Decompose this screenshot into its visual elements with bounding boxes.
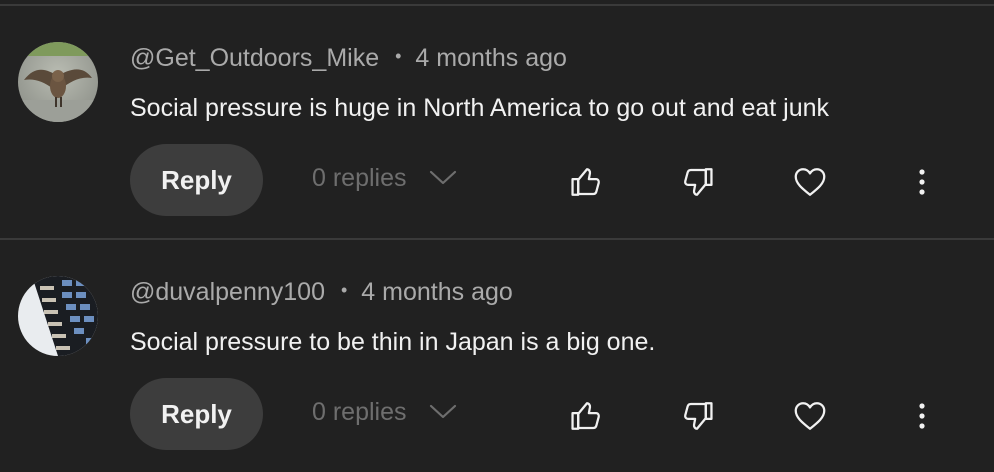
comment-meta: @duvalpenny100 • 4 months ago [130,278,513,307]
replies-toggle[interactable]: 0 replies [312,398,457,427]
thumbs-up-icon[interactable] [566,162,606,202]
comment-author[interactable]: @duvalpenny100 [130,278,325,307]
comment-item: @duvalpenny100 • 4 months ago Social pre… [0,240,994,472]
reply-button[interactable]: Reply [130,144,263,216]
more-vertical-icon[interactable] [902,162,942,202]
avatar[interactable] [18,276,98,356]
more-vertical-icon[interactable] [902,396,942,436]
comment-text: Social pressure to be thin in Japan is a… [130,328,656,356]
comment-meta: @Get_Outdoors_Mike • 4 months ago [130,44,567,73]
comment-item: @Get_Outdoors_Mike • 4 months ago Social… [0,6,994,238]
thumbs-down-icon[interactable] [678,396,718,436]
comment-timestamp[interactable]: 4 months ago [361,278,513,307]
meta-separator: • [395,46,402,66]
replies-toggle[interactable]: 0 replies [312,164,457,193]
reply-button[interactable]: Reply [130,378,263,450]
heart-icon[interactable] [790,396,830,436]
thumbs-down-icon[interactable] [678,162,718,202]
comment-text: Social pressure is huge in North America… [130,94,830,122]
meta-separator: • [340,280,348,300]
comment-author[interactable]: @Get_Outdoors_Mike [130,44,379,73]
chevron-down-icon [429,398,457,427]
heart-icon[interactable] [790,162,830,202]
comment-timestamp[interactable]: 4 months ago [415,44,567,73]
replies-count: 0 replies [312,164,407,192]
replies-count: 0 replies [312,398,407,426]
avatar[interactable] [18,42,98,122]
thumbs-up-icon[interactable] [566,396,606,436]
chevron-down-icon [429,164,457,193]
